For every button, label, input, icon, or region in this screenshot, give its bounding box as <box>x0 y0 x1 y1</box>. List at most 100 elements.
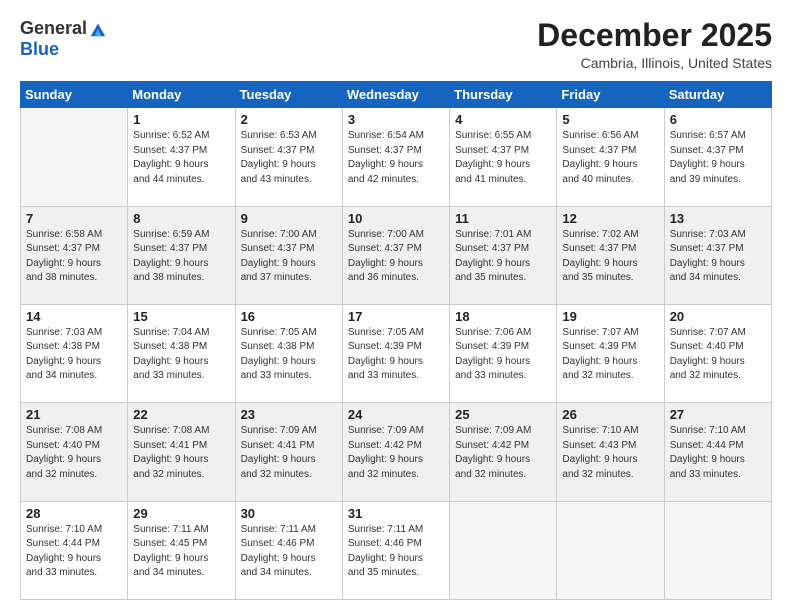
header: General Blue December 2025 Cambria, Illi… <box>20 18 772 71</box>
day-number: 25 <box>455 407 551 422</box>
day-info: Sunrise: 6:54 AM Sunset: 4:37 PM Dayligh… <box>348 129 444 187</box>
calendar-cell <box>664 501 771 599</box>
day-number: 11 <box>455 211 551 226</box>
location: Cambria, Illinois, United States <box>537 55 772 71</box>
day-info: Sunrise: 7:07 AM Sunset: 4:40 PM Dayligh… <box>670 326 766 384</box>
calendar-header-row: SundayMondayTuesdayWednesdayThursdayFrid… <box>21 82 772 108</box>
day-info: Sunrise: 7:08 AM Sunset: 4:41 PM Dayligh… <box>133 424 229 482</box>
day-info: Sunrise: 7:08 AM Sunset: 4:40 PM Dayligh… <box>26 424 122 482</box>
calendar-cell: 13Sunrise: 7:03 AM Sunset: 4:37 PM Dayli… <box>664 206 771 304</box>
calendar-cell: 22 Sunrise: 7:08 AM Sunset: 4:41 PM Dayli… <box>128 403 235 501</box>
calendar-header-friday: Friday <box>557 82 664 108</box>
day-number: 21 <box>26 407 122 422</box>
calendar-cell: 19 Sunrise: 7:07 AM Sunset: 4:39 PM Dayli… <box>557 304 664 402</box>
day-info: Sunrise: 7:01 AM Sunset: 4:37 PM Dayligh… <box>455 228 551 286</box>
calendar-table: SundayMondayTuesdayWednesdayThursdayFrid… <box>20 81 772 600</box>
day-number: 15 <box>133 309 229 324</box>
calendar-cell: 1Sunrise: 6:52 AM Sunset: 4:37 PM Daylig… <box>128 108 235 206</box>
calendar-cell: 28Sunrise: 7:10 AM Sunset: 4:44 PM Dayli… <box>21 501 128 599</box>
calendar-cell: 23Sunrise: 7:09 AM Sunset: 4:41 PM Dayli… <box>235 403 342 501</box>
day-number: 29 <box>133 506 229 521</box>
day-number: 31 <box>348 506 444 521</box>
day-number: 27 <box>670 407 766 422</box>
calendar-cell: 4 Sunrise: 6:55 AM Sunset: 4:37 PM Daylig… <box>450 108 557 206</box>
calendar-cell: 30 Sunrise: 7:11 AM Sunset: 4:46 PM Dayli… <box>235 501 342 599</box>
day-number: 23 <box>241 407 337 422</box>
calendar-cell <box>450 501 557 599</box>
day-info: Sunrise: 6:55 AM Sunset: 4:37 PM Dayligh… <box>455 129 551 187</box>
calendar-header-wednesday: Wednesday <box>342 82 449 108</box>
day-number: 8 <box>133 211 229 226</box>
logo: General Blue <box>20 18 107 60</box>
calendar-cell: 18Sunrise: 7:06 AM Sunset: 4:39 PM Dayli… <box>450 304 557 402</box>
day-info: Sunrise: 6:57 AM Sunset: 4:37 PM Dayligh… <box>670 129 766 187</box>
day-number: 3 <box>348 112 444 127</box>
day-number: 9 <box>241 211 337 226</box>
calendar-cell: 15Sunrise: 7:04 AM Sunset: 4:38 PM Dayli… <box>128 304 235 402</box>
day-number: 24 <box>348 407 444 422</box>
day-info: Sunrise: 7:07 AM Sunset: 4:39 PM Dayligh… <box>562 326 658 384</box>
calendar-cell: 24 Sunrise: 7:09 AM Sunset: 4:42 PM Dayli… <box>342 403 449 501</box>
calendar-cell: 6 Sunrise: 6:57 AM Sunset: 4:37 PM Daylig… <box>664 108 771 206</box>
day-info: Sunrise: 7:00 AM Sunset: 4:37 PM Dayligh… <box>348 228 444 286</box>
day-info: Sunrise: 6:56 AM Sunset: 4:37 PM Dayligh… <box>562 129 658 187</box>
day-number: 4 <box>455 112 551 127</box>
day-number: 7 <box>26 211 122 226</box>
page: General Blue December 2025 Cambria, Illi… <box>0 0 792 612</box>
day-info: Sunrise: 7:09 AM Sunset: 4:42 PM Dayligh… <box>348 424 444 482</box>
day-info: Sunrise: 7:11 AM Sunset: 4:46 PM Dayligh… <box>348 523 444 581</box>
calendar-cell: 21 Sunrise: 7:08 AM Sunset: 4:40 PM Dayli… <box>21 403 128 501</box>
calendar-cell: 11 Sunrise: 7:01 AM Sunset: 4:37 PM Dayli… <box>450 206 557 304</box>
calendar-header-saturday: Saturday <box>664 82 771 108</box>
calendar-week-row: 28Sunrise: 7:10 AM Sunset: 4:44 PM Dayli… <box>21 501 772 599</box>
calendar-week-row: 14Sunrise: 7:03 AM Sunset: 4:38 PM Dayli… <box>21 304 772 402</box>
calendar-header-tuesday: Tuesday <box>235 82 342 108</box>
day-info: Sunrise: 6:52 AM Sunset: 4:37 PM Dayligh… <box>133 129 229 187</box>
day-info: Sunrise: 7:10 AM Sunset: 4:44 PM Dayligh… <box>670 424 766 482</box>
day-number: 12 <box>562 211 658 226</box>
calendar-cell <box>557 501 664 599</box>
calendar-cell: 8Sunrise: 6:59 AM Sunset: 4:37 PM Daylig… <box>128 206 235 304</box>
logo-icon <box>89 20 107 38</box>
calendar-cell: 3 Sunrise: 6:54 AM Sunset: 4:37 PM Daylig… <box>342 108 449 206</box>
calendar-week-row: 21 Sunrise: 7:08 AM Sunset: 4:40 PM Dayli… <box>21 403 772 501</box>
logo-blue-text: Blue <box>20 39 59 60</box>
day-number: 6 <box>670 112 766 127</box>
day-number: 19 <box>562 309 658 324</box>
calendar-cell: 10 Sunrise: 7:00 AM Sunset: 4:37 PM Dayli… <box>342 206 449 304</box>
calendar-cell: 26 Sunrise: 7:10 AM Sunset: 4:43 PM Dayli… <box>557 403 664 501</box>
day-number: 14 <box>26 309 122 324</box>
title-block: December 2025 Cambria, Illinois, United … <box>537 18 772 71</box>
day-number: 17 <box>348 309 444 324</box>
day-number: 13 <box>670 211 766 226</box>
calendar-header-sunday: Sunday <box>21 82 128 108</box>
calendar-cell: 12 Sunrise: 7:02 AM Sunset: 4:37 PM Dayli… <box>557 206 664 304</box>
calendar-cell: 2 Sunrise: 6:53 AM Sunset: 4:37 PM Daylig… <box>235 108 342 206</box>
day-number: 26 <box>562 407 658 422</box>
day-info: Sunrise: 7:11 AM Sunset: 4:46 PM Dayligh… <box>241 523 337 581</box>
calendar-header-monday: Monday <box>128 82 235 108</box>
day-info: Sunrise: 7:10 AM Sunset: 4:43 PM Dayligh… <box>562 424 658 482</box>
calendar-cell <box>21 108 128 206</box>
day-info: Sunrise: 6:58 AM Sunset: 4:37 PM Dayligh… <box>26 228 122 286</box>
day-number: 16 <box>241 309 337 324</box>
calendar-cell: 16 Sunrise: 7:05 AM Sunset: 4:38 PM Dayli… <box>235 304 342 402</box>
day-info: Sunrise: 7:00 AM Sunset: 4:37 PM Dayligh… <box>241 228 337 286</box>
day-info: Sunrise: 7:09 AM Sunset: 4:42 PM Dayligh… <box>455 424 551 482</box>
day-info: Sunrise: 6:53 AM Sunset: 4:37 PM Dayligh… <box>241 129 337 187</box>
calendar-cell: 9 Sunrise: 7:00 AM Sunset: 4:37 PM Daylig… <box>235 206 342 304</box>
day-number: 30 <box>241 506 337 521</box>
calendar-cell: 27 Sunrise: 7:10 AM Sunset: 4:44 PM Dayli… <box>664 403 771 501</box>
day-info: Sunrise: 7:05 AM Sunset: 4:38 PM Dayligh… <box>241 326 337 384</box>
day-info: Sunrise: 7:11 AM Sunset: 4:45 PM Dayligh… <box>133 523 229 581</box>
day-number: 10 <box>348 211 444 226</box>
calendar-cell: 5Sunrise: 6:56 AM Sunset: 4:37 PM Daylig… <box>557 108 664 206</box>
calendar-week-row: 1Sunrise: 6:52 AM Sunset: 4:37 PM Daylig… <box>21 108 772 206</box>
day-number: 2 <box>241 112 337 127</box>
calendar-cell: 14Sunrise: 7:03 AM Sunset: 4:38 PM Dayli… <box>21 304 128 402</box>
calendar-cell: 20Sunrise: 7:07 AM Sunset: 4:40 PM Dayli… <box>664 304 771 402</box>
day-info: Sunrise: 7:05 AM Sunset: 4:39 PM Dayligh… <box>348 326 444 384</box>
day-info: Sunrise: 7:02 AM Sunset: 4:37 PM Dayligh… <box>562 228 658 286</box>
day-number: 22 <box>133 407 229 422</box>
calendar-week-row: 7 Sunrise: 6:58 AM Sunset: 4:37 PM Daylig… <box>21 206 772 304</box>
